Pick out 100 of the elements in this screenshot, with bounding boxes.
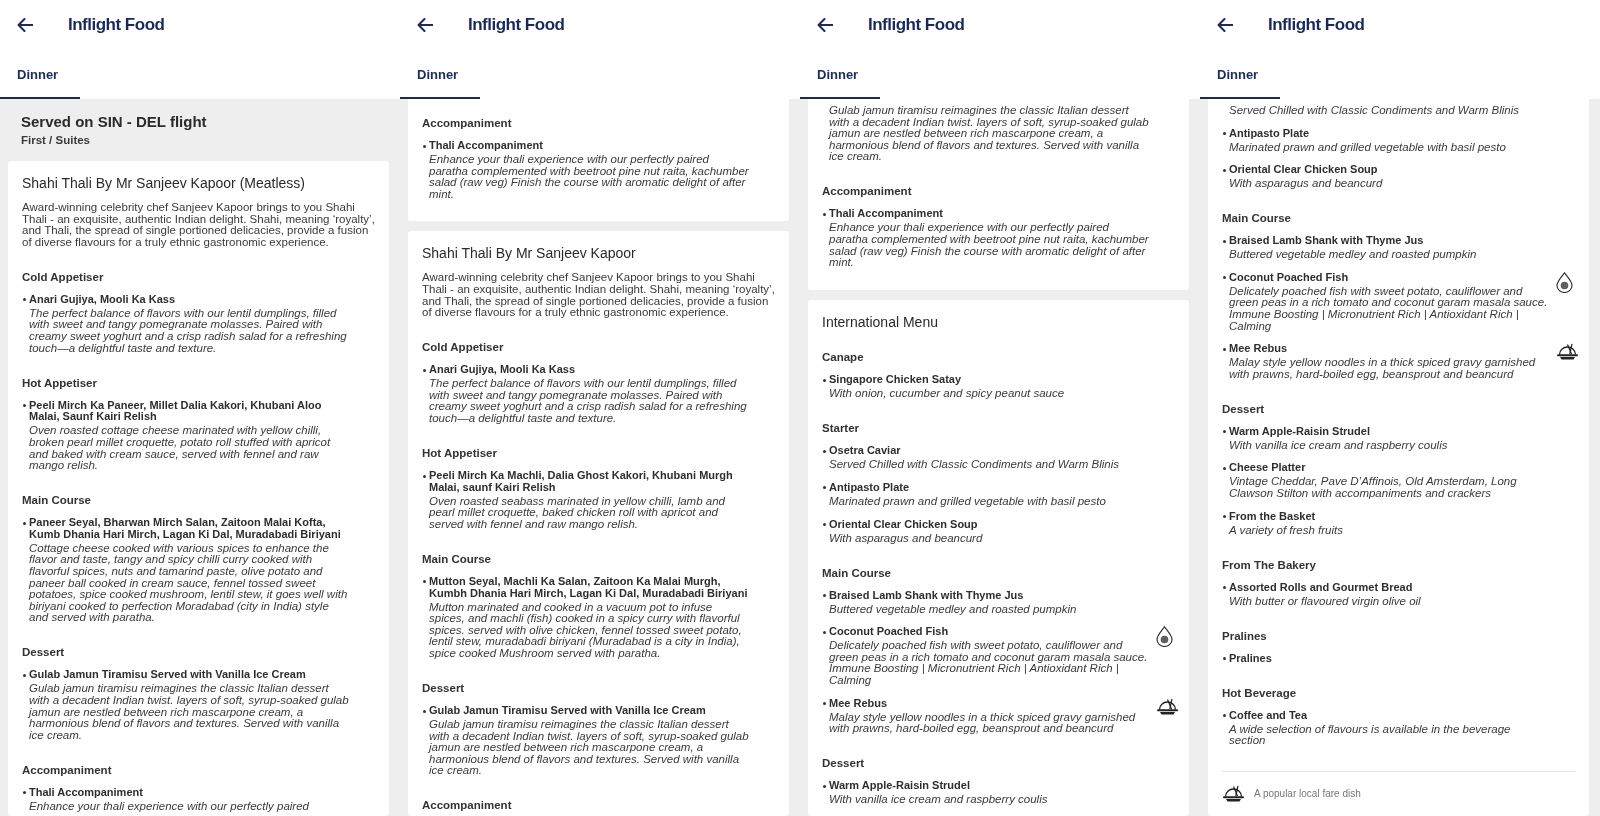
- bullet-icon: [1223, 347, 1226, 351]
- course-heading: Dessert: [422, 681, 466, 695]
- dish-description: With vanilla ice cream and raspberry coulis: [829, 794, 1049, 806]
- dish-description: Marinated prawn and grilled vegetable with basil pesto: [1229, 141, 1507, 154]
- dish-description: Oven roasted seabass marinated in yellow chilli, lamb and pearl millet croquette, baked chicken roll with apricot and served with fennel and raw mango relish.: [429, 495, 726, 531]
- course-heading: Main Course: [22, 493, 92, 508]
- dish-name: Mutton Seyal, Machli Ka Salan, Zaitoon Ka Malai Murgh, Kumbh Dhania Hari Mirch, Lagan Ki Dal, Muradabadi Biriyani: [429, 575, 749, 600]
- bullet-icon: [1223, 657, 1226, 661]
- dish-name: Pralines: [1229, 652, 1273, 665]
- dish-name: Oriental Clear Chicken Soup: [829, 518, 979, 531]
- dish-description: Served Chilled with Classic Condiments and Warm Blinis: [829, 459, 1120, 471]
- covered-dish-icon: [1222, 785, 1245, 803]
- dish-name: Braised Lamb Shank with Thyme Jus: [1229, 235, 1425, 247]
- dish-name: Warm Apple-Raisin Strudel: [1229, 425, 1371, 438]
- course-heading: Accompaniment: [422, 798, 513, 813]
- dish-name: Peeli Mirch Ka Machli, Dalia Ghost Kakori, Khubani Murgh Malai, saunf Kairi Relish: [429, 470, 734, 494]
- bullet-icon: [823, 594, 826, 598]
- bullet-icon: [23, 404, 26, 408]
- dish-description: Malay style yellow noodles in a thick spiced gravy garnished with prawns, hard-boiled egg, beansprout and beancurd: [829, 711, 1137, 735]
- dish-name: Gulab Jamun Tiramisu Served with Vanilla Ice Cream: [429, 705, 707, 717]
- dish-description: A variety of fresh fruits: [1229, 524, 1344, 537]
- dish-name: Peeli Mirch Ka Paneer, Millet Dalia Kakori, Khubani Aloo Malai, Saunf Kairi Relish: [29, 399, 323, 423]
- course-heading: Main Course: [822, 565, 892, 580]
- dish-name: Mee Rebus: [1229, 343, 1289, 355]
- dish-description: Vintage Cheddar, Pave D’Affinois, Old Amsterdam, Long Clawson Stilton with accompaniments and crackers: [1229, 476, 1518, 500]
- course-heading: Canape: [822, 350, 865, 365]
- bullet-icon: [823, 523, 826, 527]
- menu-title: International Menu: [822, 312, 939, 331]
- dish-name: Thali Accompaniment: [429, 140, 544, 152]
- dish-name: Osetra Caviar: [829, 445, 902, 457]
- bullet-icon: [1223, 276, 1226, 280]
- menu-title: Shahi Thali By Mr Sanjeev Kapoor (Meatless): [22, 174, 306, 192]
- bullet-icon: [1223, 239, 1226, 243]
- back-button[interactable]: [817, 18, 833, 32]
- cabin-class: First / Suites: [21, 133, 92, 147]
- course-heading: Cold Appetiser: [22, 269, 105, 284]
- bullet-icon: [823, 784, 826, 788]
- bullet-icon: [423, 580, 426, 584]
- course-heading: Accompaniment: [822, 184, 913, 199]
- course-heading: Pralines: [1222, 628, 1268, 643]
- course-heading: Hot Beverage: [1222, 685, 1298, 700]
- back-button[interactable]: [1217, 18, 1233, 32]
- dish-name: Coconut Poached Fish: [1229, 271, 1350, 284]
- menu-description: Award-winning celebrity chef Sanjeev Kapoor brings to you Shahi Thali - an exquisite, authentic Indian delight. Shahi, meaning ‘royalty’, and Thali, the spread of single portioned delicacies, provide a fusion of diverse flavours for a truly ethnic gastronomic experience.: [422, 272, 775, 319]
- dish-name: Coconut Poached Fish: [829, 626, 950, 638]
- dish-description: With vanilla ice cream and raspberry coulis: [1229, 439, 1449, 452]
- bullet-icon: [423, 709, 426, 713]
- dish-name: Assorted Rolls and Gourmet Bread: [1229, 581, 1414, 594]
- back-button[interactable]: [417, 18, 433, 32]
- course-heading: Main Course: [422, 551, 492, 566]
- dish-name: Gulab Jamun Tiramisu Served with Vanilla Ice Cream: [29, 669, 307, 681]
- bullet-icon: [23, 791, 26, 795]
- course-heading: From The Bakery: [1222, 557, 1317, 572]
- dish-name: Cheese Platter: [1229, 462, 1307, 475]
- course-heading: Dessert: [22, 645, 66, 660]
- bullet-icon: [23, 673, 26, 677]
- bullet-icon: [423, 144, 426, 148]
- dish-description: Delicately poached fish with sweet potato, cauliflower and green peas in a rich tomato and coconut garam masala sauce.: [1229, 285, 1549, 309]
- bullet-icon: [1223, 168, 1226, 172]
- bullet-icon: [823, 378, 826, 382]
- course-heading: Accompaniment: [422, 116, 513, 130]
- bullet-icon: [23, 298, 26, 302]
- course-heading: Main Course: [1222, 211, 1292, 226]
- bullet-icon: [823, 212, 826, 216]
- bullet-icon: [423, 368, 426, 372]
- course-heading: Dessert: [822, 756, 866, 771]
- course-heading: Dessert: [1222, 401, 1266, 416]
- bullet-icon: [823, 486, 826, 490]
- dish-description: Buttered vegetable medley and roasted pumpkin: [1229, 249, 1478, 261]
- dish-description: Delicately poached fish with sweet potato, cauliflower and green peas in a rich tomato and coconut garam masala sauce.: [829, 640, 1149, 664]
- dish-description: Served Chilled with Classic Condiments and Warm Blinis: [1229, 105, 1520, 117]
- bullet-icon: [423, 474, 426, 478]
- dish-description: Gulab jamun tiramisu reimagines the classic Italian dessert with a decadent Indian twist. layers of soft, syrup-soaked gulab jamun are nestled between rich mascarpone cream, a harmonious blend of flavors and textures. Served with vanilla ice cream.: [429, 719, 749, 777]
- dish-description: With onion, cucumber and spicy peanut sauce: [829, 388, 1066, 400]
- legend-text: A popular local fare dish: [1254, 786, 1361, 801]
- dish-name: Antipasto Plate: [1229, 127, 1311, 140]
- dish-description: With butter or flavoured virgin olive oil: [1229, 595, 1422, 608]
- page-title: Inflight Food: [868, 14, 965, 36]
- dish-description: Oven roasted cottage cheese marinated with yellow chilli, broken pearl millet croquette, potato roll stuffed with apricot and baked with cream sauce, served with fennel and raw mango relish.: [29, 425, 332, 472]
- page-title: Inflight Food: [68, 14, 165, 36]
- course-heading: Starter: [822, 421, 861, 436]
- bullet-icon: [1223, 466, 1226, 470]
- dish-name: Anari Gujiya, Mooli Ka Kass: [429, 364, 577, 376]
- menu-title: Shahi Thali By Mr Sanjeev Kapoor: [422, 244, 637, 263]
- course-heading: Hot Appetiser: [22, 375, 98, 390]
- back-button[interactable]: [17, 18, 33, 32]
- dish-description: Gulab jamun tiramisu reimagines the classic Italian dessert with a decadent Indian twist. layers of soft, syrup-soaked gulab jamun are nestled between rich mascarpone cream, a harmonious blend of flavors and textures. Served with vanilla ice cream.: [29, 683, 349, 742]
- bullet-icon: [1223, 132, 1226, 136]
- page-title: Inflight Food: [468, 14, 565, 36]
- dish-name: Mee Rebus: [829, 697, 889, 710]
- course-heading: Hot Appetiser: [422, 446, 498, 461]
- dish-description: With asparagus and beancurd: [1229, 178, 1384, 190]
- dish-description: Cottage cheese cooked with various spices to enhance the flavor and taste, tangy and spicy chilli curry cooked with flavorful spices, nuts and tamarind paste, olive potato and paneer ball cooked in cream sauce, fennel tossed sweet potatoes, spice cooked mushroom, lentil stew, it goes well with biriyani cooked to perfection Moradabad (city in India) style and served with paratha.: [29, 542, 349, 624]
- dish-description: Gulab jamun tiramisu reimagines the classic Italian dessert with a decadent Indian twist. layers of soft, syrup-soaked gulab jamun are nestled between rich mascarpone cream, a harmonious blend of flavors and textures. Served with vanilla ice cream.: [829, 105, 1149, 163]
- bullet-icon: [823, 702, 826, 706]
- dish-description: A wide selection of flavours is available in the beverage section: [1229, 723, 1512, 748]
- dish-description: Enhance your thali experience with our perfectly paired paratha complemented with beetroot pine nut raita, kachumber salad (raw veg) Finish the course with aromatic delight of after mint.: [429, 154, 749, 201]
- dish-benefits: Immune Boosting | Micronutrient Rich | Antioxidant Rich | Calming: [829, 663, 1120, 687]
- dish-description: Mutton marinated and cooked in a vacuum pot to infuse spices, and machli (fish) cooked in a spicy curry with flavorful spices. served with olive chicken, fennel tossed sweet potato, lentil stew, muradabadi biriyani (Muradabad is a city in India), spice cooked Mushroom served with paratha.: [429, 601, 743, 660]
- dish-name: Warm Apple-Raisin Strudel: [829, 780, 971, 792]
